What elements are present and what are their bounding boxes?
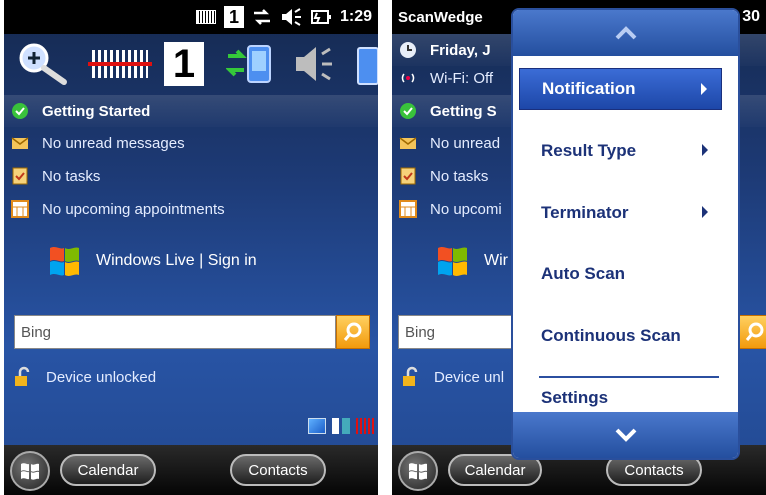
menu-item-label: Continuous Scan	[541, 326, 681, 345]
windows-live-label: Windows Live | Sign in	[96, 252, 257, 269]
quick-toolbar: 1	[4, 34, 378, 94]
scanwedge-popup-menu: Notification Result Type Terminator Auto…	[511, 8, 740, 460]
app-title: ScanWedge	[398, 8, 483, 26]
notification-tray	[308, 418, 374, 434]
search-input[interactable]: Bing	[14, 315, 336, 349]
appointments-label: No upcomi	[430, 200, 502, 218]
status-icons: 1 1:29	[195, 0, 372, 34]
menu-item-label: Settings	[541, 388, 609, 407]
search-icon	[343, 322, 362, 341]
chevron-down-icon	[615, 428, 636, 442]
tray-app-icon[interactable]	[308, 418, 326, 434]
menu-item-auto-scan[interactable]: Auto Scan	[519, 253, 722, 295]
number-one-icon[interactable]: 1	[164, 40, 204, 88]
envelope-icon	[398, 134, 418, 152]
tasks-label: No tasks	[42, 167, 101, 185]
search-icon	[745, 322, 764, 341]
appointments-item[interactable]: No upcoming appointments	[4, 193, 378, 225]
barcode-status-icon[interactable]	[195, 10, 216, 24]
messages-label: No unread	[430, 134, 501, 152]
sync-phone-icon[interactable]	[226, 40, 282, 88]
search-input[interactable]: Bing	[398, 315, 512, 349]
tasks-label: No tasks	[430, 167, 489, 185]
device-lock-item[interactable]: Device unl	[402, 366, 504, 388]
tray-network-icon[interactable]	[332, 418, 350, 434]
menu-item-result-type[interactable]: Result Type	[519, 130, 722, 172]
tasks-icon	[10, 167, 30, 185]
wifi-icon	[398, 69, 418, 87]
status-bar: 1 1:29	[4, 0, 378, 34]
speaker-icon[interactable]	[292, 40, 340, 88]
appointments-label: No upcoming appointments	[42, 200, 225, 218]
tasks-item[interactable]: No tasks	[4, 160, 378, 192]
battery-large-icon[interactable]	[354, 40, 378, 88]
battery-icon[interactable]	[310, 7, 332, 27]
device-lock-item[interactable]: Device unlocked	[14, 366, 156, 388]
search-button[interactable]	[336, 315, 370, 349]
date-label: Friday, J	[430, 41, 491, 59]
status-icons: 30	[742, 0, 760, 34]
start-button[interactable]	[398, 451, 438, 491]
windows-live-link[interactable]: Wir	[432, 244, 508, 278]
lock-status-label: Device unl	[434, 368, 505, 386]
submenu-arrow-icon	[702, 144, 708, 156]
windows-flag-icon	[409, 463, 427, 480]
menu-item-notification[interactable]: Notification	[519, 68, 722, 110]
submenu-arrow-icon	[702, 206, 708, 218]
windows-flag-icon	[21, 463, 39, 480]
soft-key-bar: Calendar Contacts	[4, 445, 378, 495]
connectivity-icon[interactable]	[252, 7, 272, 27]
windows-logo-icon	[50, 247, 79, 276]
clock[interactable]: 30	[742, 8, 760, 26]
menu-item-label: Result Type	[541, 141, 637, 160]
messages-label: No unread messages	[42, 134, 185, 152]
volume-icon[interactable]	[280, 7, 302, 27]
wifi-label: Wi-Fi: Off	[430, 69, 494, 87]
menu-scroll-down-button[interactable]	[513, 412, 738, 458]
contacts-softkey[interactable]: Contacts	[230, 454, 326, 486]
messages-item[interactable]: No unread messages	[4, 127, 378, 159]
menu-item-terminator[interactable]: Terminator	[519, 192, 722, 234]
barcode-scan-toggle-icon[interactable]	[88, 40, 152, 88]
search-button[interactable]	[738, 315, 766, 349]
number-one-status-icon[interactable]: 1	[223, 6, 244, 28]
getting-started-icon	[10, 102, 30, 120]
left-phone-screen: 1 1:29 1 Getting Started No unread messa…	[4, 0, 378, 495]
getting-started-item[interactable]: Getting Started	[4, 95, 378, 127]
unlocked-padlock-icon	[403, 366, 418, 386]
clock-icon	[398, 41, 418, 59]
getting-started-icon	[398, 102, 418, 120]
menu-item-label: Notification	[542, 79, 636, 98]
calendar-icon	[10, 200, 30, 218]
getting-started-label: Getting S	[430, 102, 497, 120]
tray-barcode-icon[interactable]	[356, 418, 374, 434]
clock[interactable]: 1:29	[340, 8, 372, 26]
tasks-icon	[398, 167, 418, 185]
windows-logo-icon	[438, 247, 467, 276]
calendar-icon	[398, 200, 418, 218]
menu-scroll-up-button[interactable]	[513, 10, 738, 56]
getting-started-label: Getting Started	[42, 102, 151, 120]
unlocked-padlock-icon	[15, 366, 30, 386]
lock-status-label: Device unlocked	[46, 368, 157, 386]
menu-item-continuous-scan[interactable]: Continuous Scan	[519, 315, 722, 357]
menu-item-label: Terminator	[541, 203, 629, 222]
menu-item-label: Auto Scan	[541, 264, 626, 283]
right-phone-screen: ScanWedge 30 Friday, J Wi-Fi: Off Gettin…	[392, 0, 766, 495]
submenu-arrow-icon	[701, 83, 707, 95]
windows-live-label: Wir	[484, 252, 508, 269]
windows-live-link[interactable]: Windows Live | Sign in	[44, 244, 257, 278]
start-button[interactable]	[10, 451, 50, 491]
envelope-icon	[10, 134, 30, 152]
zoom-in-icon[interactable]	[14, 40, 72, 88]
calendar-softkey[interactable]: Calendar	[60, 454, 156, 486]
chevron-up-icon	[615, 26, 636, 40]
